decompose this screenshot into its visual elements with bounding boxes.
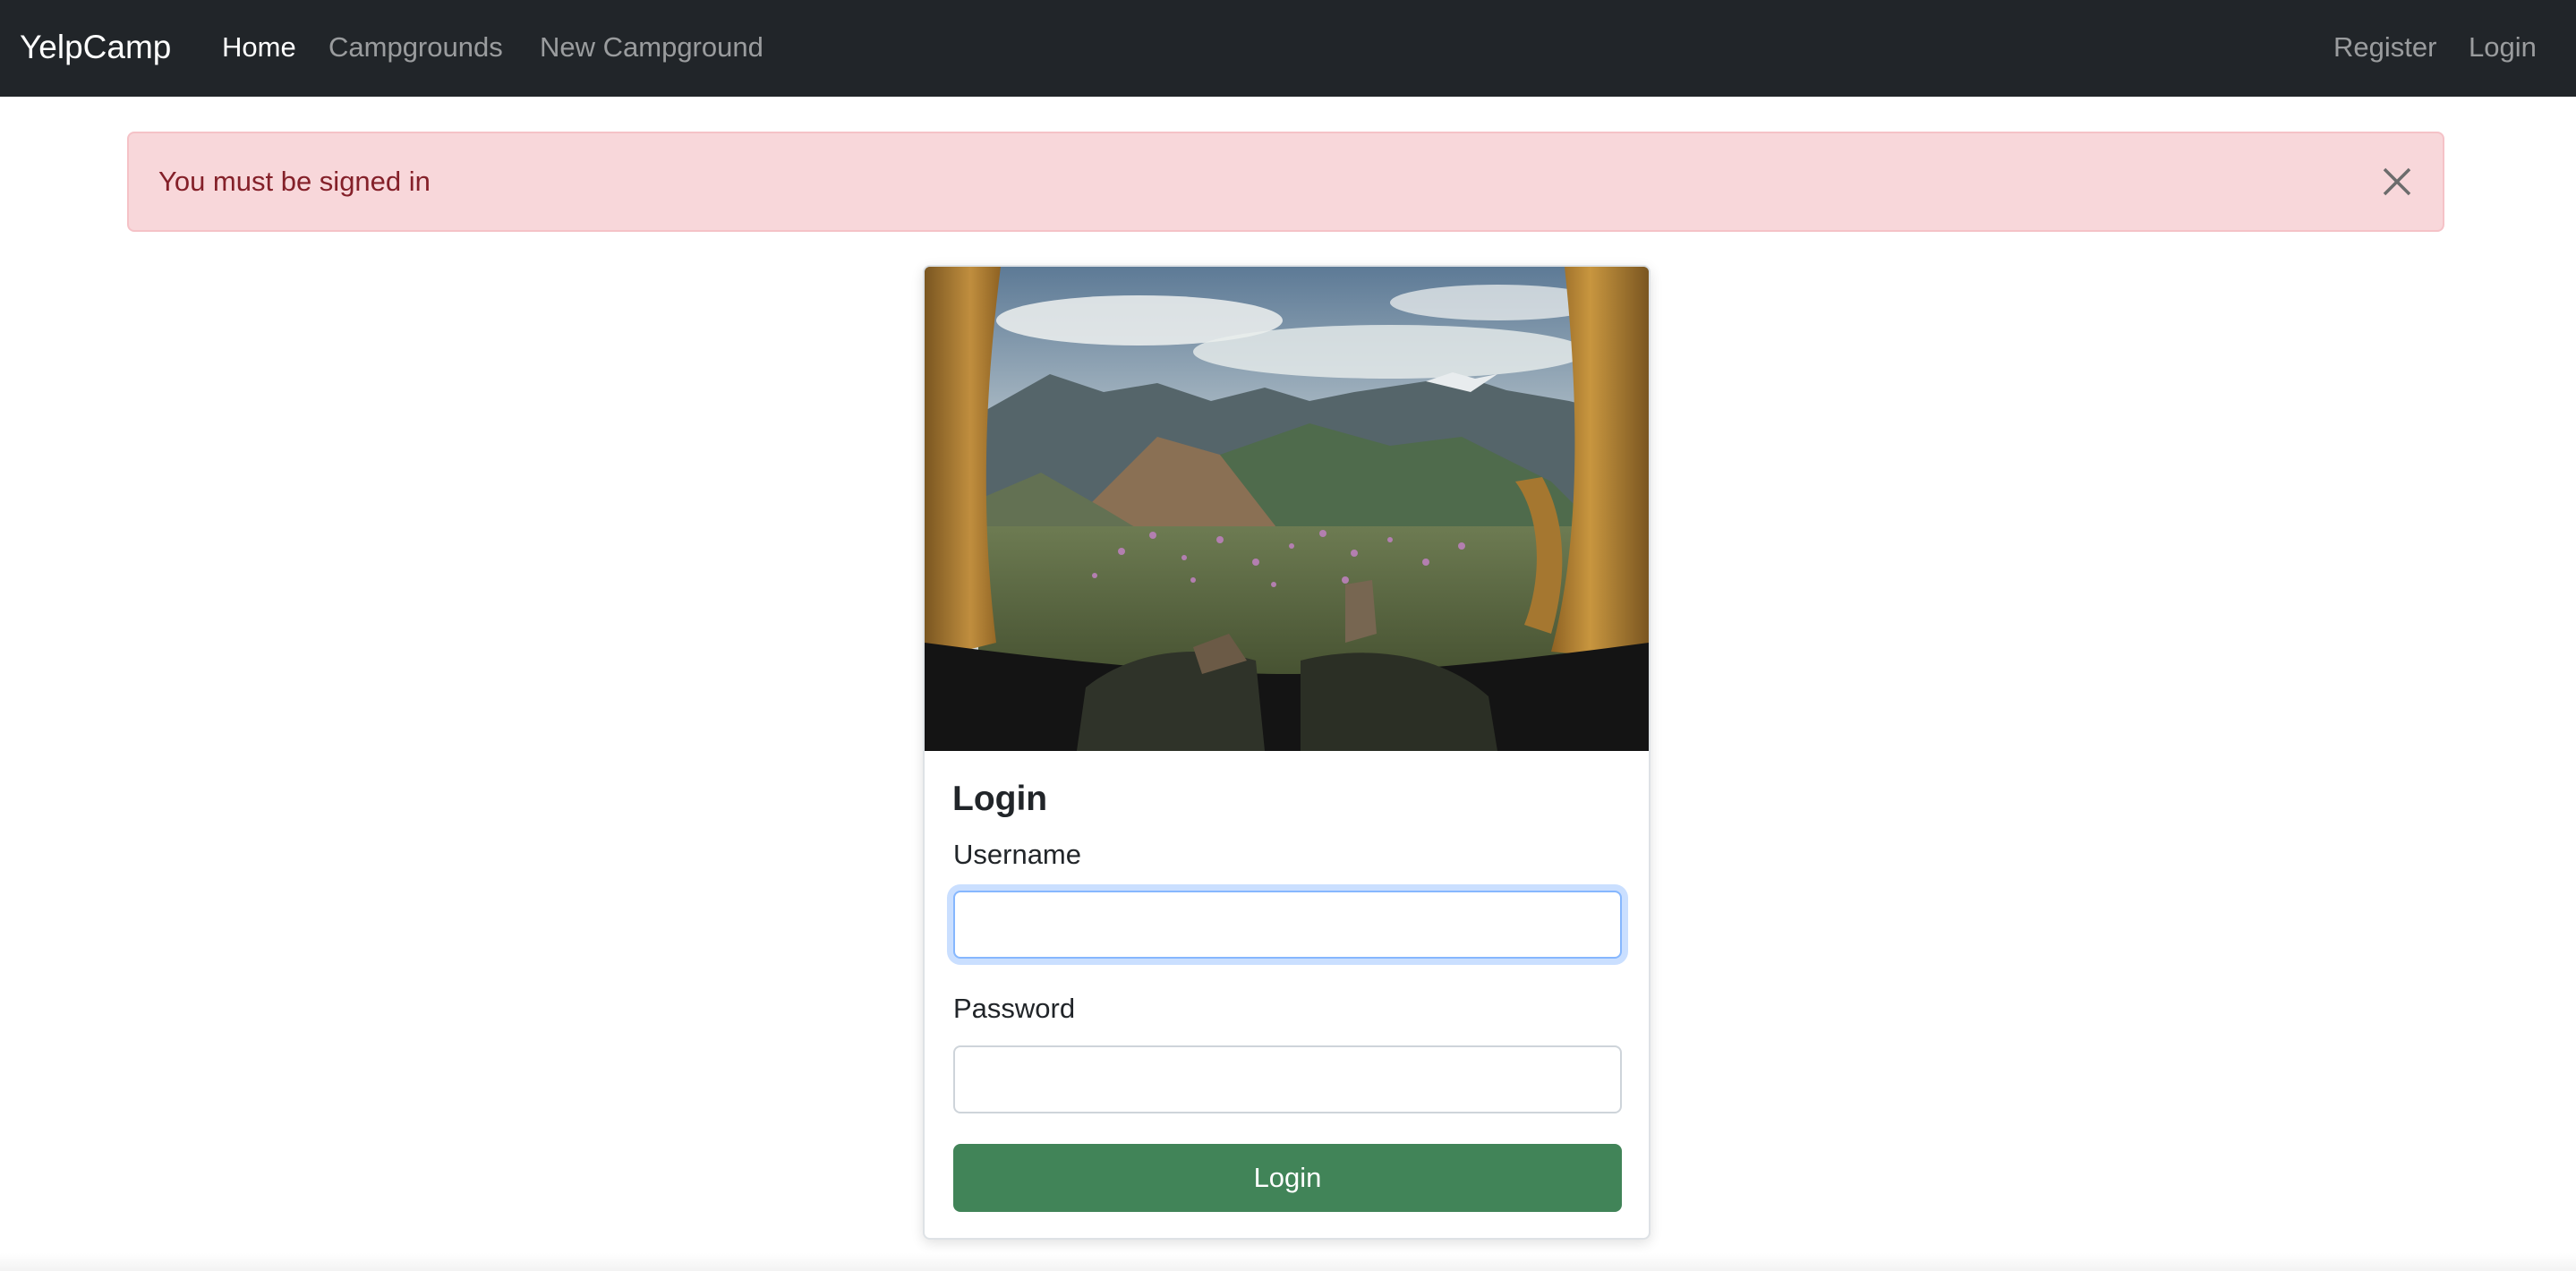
login-submit-button[interactable]: Login: [953, 1144, 1622, 1212]
username-label: Username: [953, 839, 1081, 870]
brand-logo[interactable]: YelpCamp: [20, 0, 171, 97]
alert-message: You must be signed in: [158, 166, 431, 197]
username-field[interactable]: [953, 891, 1622, 959]
nav-link-campgrounds[interactable]: Campgrounds: [328, 0, 503, 97]
nav-link-login[interactable]: Login: [2469, 0, 2537, 97]
nav-link-home[interactable]: Home: [222, 0, 296, 97]
page-bottom-edge: [0, 1253, 2576, 1271]
password-label: Password: [953, 993, 1076, 1024]
error-alert: You must be signed in: [127, 132, 2444, 232]
alert-close-button[interactable]: [2379, 164, 2415, 200]
close-icon: [2383, 167, 2411, 196]
login-title: Login: [952, 780, 1048, 818]
password-field[interactable]: [953, 1045, 1622, 1113]
login-card: Login Username Password Login: [923, 265, 1651, 1240]
nav-link-new-campground[interactable]: New Campground: [540, 0, 763, 97]
tent-mountain-view-photo: [925, 267, 1649, 751]
navbar: YelpCamp Home Campgrounds New Campground…: [0, 0, 2576, 97]
nav-link-register[interactable]: Register: [2333, 0, 2436, 97]
